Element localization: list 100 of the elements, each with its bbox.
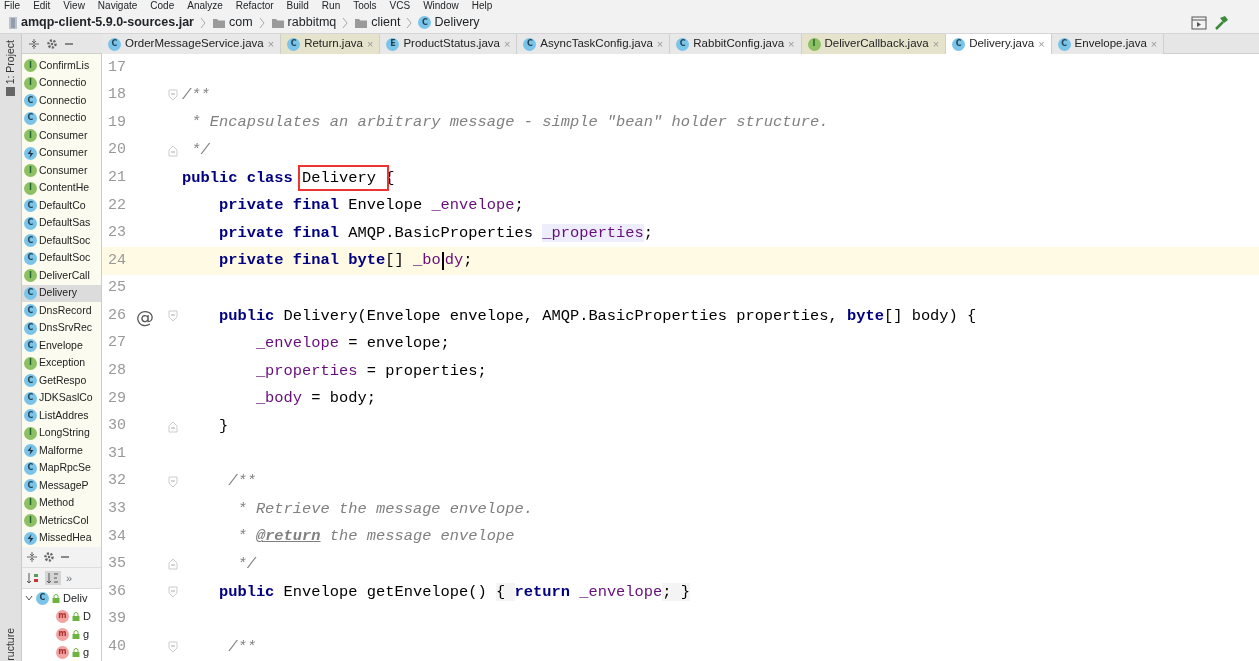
settings-icon[interactable] bbox=[46, 37, 58, 50]
file-tab[interactable]: I DeliverCallback.java × bbox=[801, 34, 947, 54]
class-icon: C bbox=[24, 199, 37, 213]
project-item[interactable]: Malforme bbox=[22, 442, 101, 460]
line-number: 34 bbox=[107, 526, 126, 547]
settings-icon[interactable] bbox=[43, 551, 55, 563]
code-line: private final Envelope _envelope; bbox=[217, 195, 524, 217]
breadcrumb-item[interactable]: amqp-client-5.9.0-sources.jar bbox=[8, 13, 194, 32]
menu-item[interactable]: Code bbox=[150, 0, 175, 12]
class-icon: C bbox=[24, 374, 37, 388]
project-item[interactable]: I MetricsCol bbox=[22, 512, 101, 530]
method-icon: m bbox=[56, 609, 69, 623]
menu-item[interactable]: Navigate bbox=[97, 0, 138, 12]
project-item[interactable]: C DefaultSoc bbox=[22, 249, 101, 267]
project-item[interactable]: I Consumer bbox=[22, 127, 101, 145]
project-item[interactable]: C MapRpcSe bbox=[22, 459, 101, 477]
exception-icon bbox=[24, 531, 37, 545]
more-button[interactable]: » bbox=[66, 569, 73, 587]
breadcrumb-item[interactable]: com bbox=[212, 13, 253, 32]
file-tab[interactable]: C Return.java × bbox=[281, 34, 381, 54]
menu-item[interactable]: Build bbox=[286, 0, 309, 12]
class-icon: C bbox=[24, 391, 37, 405]
project-item[interactable]: C DnsRecord bbox=[22, 302, 101, 320]
project-item[interactable]: C MessageP bbox=[22, 477, 101, 495]
project-item[interactable]: C Connectio bbox=[22, 92, 101, 110]
panel-tab[interactable]: ructure bbox=[2, 628, 19, 661]
tree-node[interactable]: m g bbox=[22, 625, 101, 643]
sort-icon[interactable] bbox=[26, 572, 40, 584]
class-icon: C bbox=[24, 234, 37, 248]
project-item[interactable]: C DefaultCo bbox=[22, 197, 101, 215]
run-window-icon[interactable] bbox=[1191, 15, 1207, 30]
fold-icon[interactable] bbox=[168, 310, 178, 323]
file-tab[interactable]: C RabbitConfig.java × bbox=[670, 34, 802, 54]
class-icon: C bbox=[952, 37, 966, 51]
hammer-icon[interactable] bbox=[1213, 14, 1229, 31]
project-item[interactable]: I Exception bbox=[22, 354, 101, 372]
project-item[interactable]: I ConfirmLis bbox=[22, 57, 101, 75]
menu-item[interactable]: Edit bbox=[33, 0, 51, 12]
menu-item[interactable]: Window bbox=[423, 0, 459, 12]
project-item[interactable]: C Delivery bbox=[22, 284, 101, 302]
project-item[interactable]: C Envelope bbox=[22, 337, 101, 355]
lock-icon bbox=[52, 593, 60, 603]
tree-node[interactable]: m g bbox=[22, 643, 101, 661]
project-item[interactable]: I LongString bbox=[22, 424, 101, 442]
breadcrumb-item[interactable]: rabbitmq bbox=[270, 13, 337, 32]
project-item[interactable]: C JDKSaslCo bbox=[22, 389, 101, 407]
menu-item[interactable]: File bbox=[4, 0, 21, 12]
class-icon: C bbox=[24, 286, 37, 300]
tree-node[interactable]: m D bbox=[22, 607, 101, 625]
file-tab[interactable]: C OrderMessageService.java × bbox=[102, 34, 282, 54]
code-line: _envelope = envelope; bbox=[254, 333, 450, 355]
tree-node[interactable]: C Deliv bbox=[22, 589, 101, 607]
sort-alpha-icon[interactable] bbox=[45, 571, 61, 585]
override-marker[interactable]: @ bbox=[126, 302, 164, 330]
fold-icon[interactable] bbox=[168, 641, 178, 654]
collapse-icon[interactable] bbox=[26, 551, 38, 563]
class-icon: C bbox=[24, 321, 37, 335]
project-item[interactable]: C DefaultSas bbox=[22, 214, 101, 232]
menu-item[interactable]: VCS bbox=[389, 0, 411, 12]
fold-icon[interactable] bbox=[168, 475, 178, 488]
project-item[interactable]: C Connectio bbox=[22, 109, 101, 127]
menu-item[interactable]: Analyze bbox=[187, 0, 223, 12]
menu-item[interactable]: Tools bbox=[353, 0, 377, 12]
fold-icon[interactable] bbox=[168, 420, 178, 433]
class-icon: C bbox=[24, 111, 37, 125]
line-number: 17 bbox=[107, 57, 126, 78]
breadcrumb-item[interactable]: C Delivery bbox=[418, 13, 480, 32]
line-number: 30 bbox=[107, 416, 126, 437]
project-item[interactable]: MissedHea bbox=[22, 529, 101, 547]
collapse-icon[interactable] bbox=[28, 37, 40, 50]
project-item[interactable]: I DeliverCall bbox=[22, 267, 101, 285]
breadcrumb-item[interactable]: client bbox=[354, 13, 401, 32]
project-item[interactable]: I Connectio bbox=[22, 74, 101, 92]
project-item[interactable]: C GetRespo bbox=[22, 372, 101, 390]
fold-icon[interactable] bbox=[168, 144, 178, 157]
project-item[interactable]: I ContentHe bbox=[22, 179, 101, 197]
project-item[interactable]: I Method bbox=[22, 494, 101, 512]
file-tab[interactable]: C Envelope.java × bbox=[1051, 34, 1165, 54]
menu-item[interactable]: Run bbox=[321, 0, 341, 12]
project-item[interactable]: C ListAddres bbox=[22, 407, 101, 425]
exception-icon bbox=[24, 444, 37, 458]
file-tab[interactable]: C AsyncTaskConfig.java × bbox=[517, 34, 671, 54]
project-item[interactable]: Consumer bbox=[22, 144, 101, 162]
class-icon: C bbox=[108, 37, 121, 51]
file-tab[interactable]: E ProductStatus.java × bbox=[380, 34, 518, 54]
file-tab[interactable]: C Delivery.java × bbox=[946, 34, 1052, 54]
line-number: 31 bbox=[107, 443, 126, 464]
code-line: /** bbox=[227, 471, 256, 493]
class-icon: C bbox=[24, 479, 37, 493]
fold-icon[interactable] bbox=[168, 558, 178, 571]
project-item[interactable]: C DnsSrvRec bbox=[22, 319, 101, 337]
project-item[interactable]: I Consumer bbox=[22, 162, 101, 180]
fold-icon[interactable] bbox=[168, 89, 178, 102]
menu-item[interactable]: View bbox=[63, 0, 85, 12]
menu-item[interactable]: Help bbox=[471, 0, 493, 12]
panel-tab[interactable]: 1: Project bbox=[2, 40, 19, 85]
project-item[interactable]: C DefaultSoc bbox=[22, 232, 101, 250]
fold-icon[interactable] bbox=[168, 586, 178, 599]
line-number: 33 bbox=[107, 499, 126, 520]
menu-item[interactable]: Refactor bbox=[235, 0, 274, 12]
